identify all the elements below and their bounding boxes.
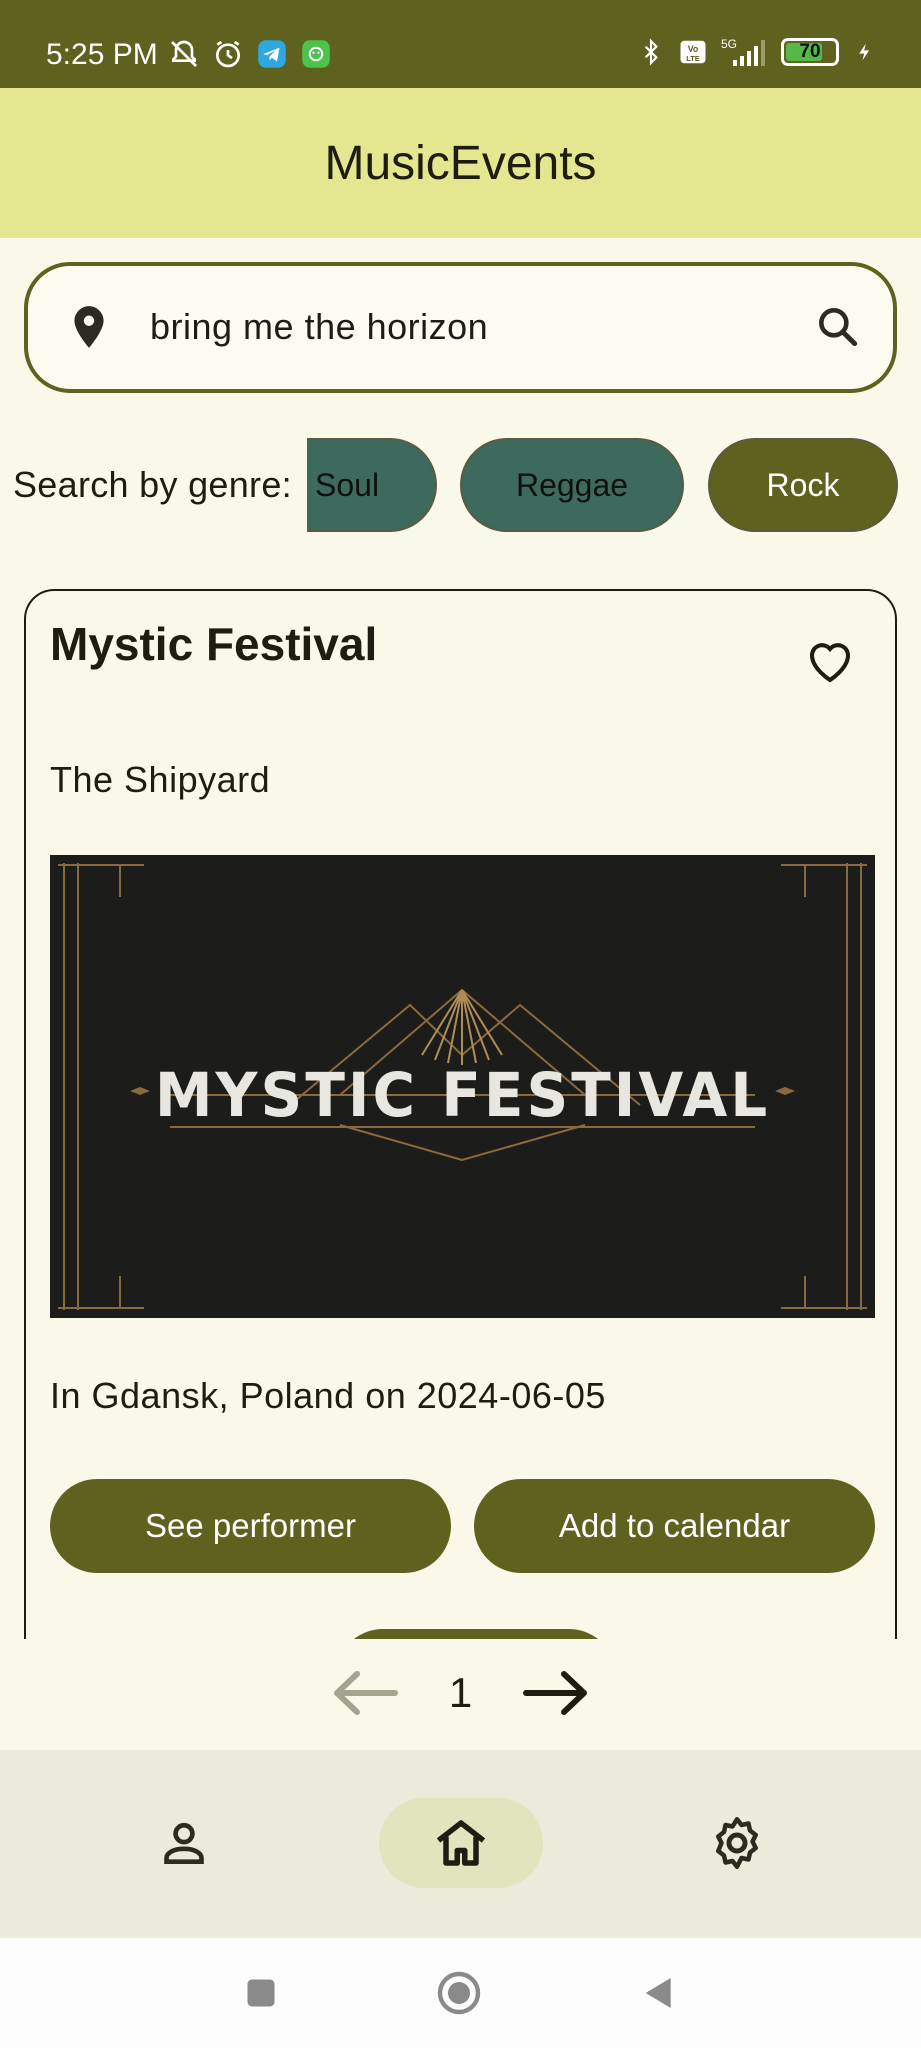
svg-text:5G: 5G bbox=[721, 37, 737, 51]
page-number: 1 bbox=[448, 1669, 473, 1716]
nav-settings[interactable] bbox=[655, 1798, 819, 1888]
genre-chip-soul[interactable]: Soul bbox=[307, 438, 437, 532]
system-back-button[interactable] bbox=[634, 1968, 684, 2018]
battery-level: 70 bbox=[799, 41, 821, 62]
genre-chip-rock[interactable]: Rock bbox=[708, 438, 898, 532]
bluetooth-icon bbox=[635, 36, 667, 68]
system-nav-bar bbox=[0, 1938, 921, 2048]
search-icon[interactable] bbox=[813, 302, 863, 352]
heart-icon[interactable] bbox=[803, 635, 857, 689]
system-home-button[interactable] bbox=[434, 1968, 484, 2018]
see-performer-button[interactable]: See performer bbox=[50, 1479, 451, 1573]
bottom-nav bbox=[0, 1750, 921, 1938]
square-icon bbox=[247, 1979, 275, 2007]
nav-home[interactable] bbox=[379, 1798, 543, 1888]
app-icon bbox=[300, 38, 332, 70]
back-triangle-icon bbox=[645, 1978, 671, 2008]
volte-icon: Vo LTE bbox=[677, 36, 709, 68]
nav-profile[interactable] bbox=[102, 1798, 266, 1888]
genre-row: Search by genre: Soul Reggae Rock bbox=[0, 438, 921, 534]
poster-title: MYSTIC FESTIVAL bbox=[154, 1059, 771, 1131]
previous-page-arrow-icon[interactable] bbox=[329, 1668, 399, 1718]
charging-icon bbox=[849, 36, 881, 68]
event-title: Mystic Festival bbox=[50, 618, 378, 670]
circle-icon bbox=[437, 1971, 481, 2015]
search-input[interactable]: bring me the horizon bbox=[150, 306, 488, 348]
next-page-arrow-icon[interactable] bbox=[522, 1668, 592, 1718]
status-left-icons bbox=[168, 38, 332, 70]
event-card: Mystic Festival The Shipyard MYSTIC FEST… bbox=[24, 589, 897, 1639]
genre-label: Search by genre: bbox=[13, 464, 292, 505]
location-pin-icon bbox=[64, 302, 114, 352]
battery-indicator: 70 bbox=[781, 38, 839, 66]
status-right-icons: Vo LTE 5G 70 bbox=[635, 36, 881, 68]
mute-icon bbox=[168, 38, 200, 70]
home-icon bbox=[436, 1820, 486, 1866]
genre-chip-reggae[interactable]: Reggae bbox=[460, 438, 684, 532]
event-poster-image: MYSTIC FESTIVAL bbox=[50, 855, 875, 1318]
telegram-icon bbox=[256, 38, 288, 70]
signal-5g-icon: 5G bbox=[719, 36, 771, 68]
status-bar: 5:25 PM Vo LTE 5G 70 bbox=[0, 0, 921, 88]
search-box[interactable]: bring me the horizon bbox=[24, 262, 897, 393]
event-location-date: In Gdansk, Poland on 2024-06-05 bbox=[50, 1375, 606, 1416]
recents-button[interactable] bbox=[236, 1968, 286, 2018]
pagination: 1 bbox=[0, 1638, 921, 1748]
app-title: MusicEvents bbox=[324, 136, 597, 190]
status-time: 5:25 PM bbox=[46, 38, 158, 71]
alarm-icon bbox=[212, 38, 244, 70]
gear-icon bbox=[716, 1817, 758, 1869]
svg-text:LTE: LTE bbox=[686, 54, 700, 63]
person-icon bbox=[164, 1822, 204, 1864]
event-venue: The Shipyard bbox=[50, 759, 271, 800]
svg-text:Vo: Vo bbox=[688, 44, 699, 54]
app-bar: MusicEvents bbox=[0, 88, 921, 238]
add-to-calendar-button[interactable]: Add to calendar bbox=[474, 1479, 875, 1573]
